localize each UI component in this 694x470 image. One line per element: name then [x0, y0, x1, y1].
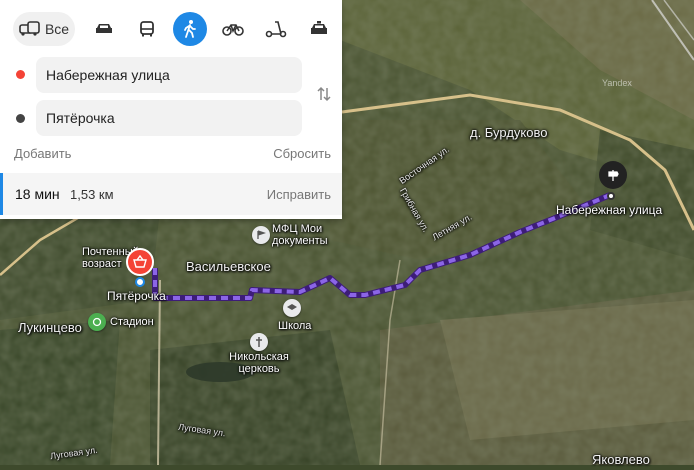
- route-time: 18 мин: [15, 186, 60, 202]
- mode-bus-button[interactable]: [130, 12, 164, 46]
- route-option[interactable]: 18 мин 1,53 км Исправить: [0, 173, 342, 215]
- school-label: Школа: [278, 320, 312, 332]
- to-dot: [16, 114, 25, 123]
- mode-all-button[interactable]: Все: [13, 12, 75, 46]
- car-bus-icon: [19, 21, 40, 36]
- stadium-icon[interactable]: [88, 313, 106, 331]
- village-label: Лукинцево: [18, 320, 82, 335]
- village-label: Васильевское: [186, 259, 271, 274]
- route-distance: 1,53 км: [70, 187, 114, 202]
- scooter-icon: [265, 21, 287, 38]
- village-label: д. Бурдуково: [470, 125, 548, 140]
- from-dot: [16, 70, 25, 79]
- mode-all-label: Все: [44, 21, 70, 37]
- stadium-label: Стадион: [110, 316, 154, 328]
- car-icon: [96, 24, 112, 33]
- swap-arrows-icon: [317, 86, 331, 102]
- reset-link[interactable]: Сбросить: [273, 146, 331, 161]
- to-field[interactable]: Пятёрочка: [36, 100, 302, 136]
- mode-scooter-button[interactable]: [259, 12, 293, 46]
- swap-button[interactable]: [313, 84, 335, 104]
- destination-point: [135, 277, 145, 287]
- yandex-watermark: Yandex: [602, 78, 632, 88]
- origin-point: [607, 192, 615, 200]
- flag-icon[interactable]: [252, 226, 270, 244]
- signpost-icon[interactable]: [599, 161, 627, 189]
- add-point-link[interactable]: Добавить: [14, 146, 71, 161]
- mfc-label: МФЦ Мои документы: [272, 223, 328, 247]
- from-field[interactable]: Набережная улица: [36, 57, 302, 93]
- mode-bike-button[interactable]: [216, 12, 250, 46]
- origin-label: Набережная улица: [556, 203, 663, 217]
- bus-icon: [140, 21, 154, 37]
- route-panel: Все Набережная улица Пятёрочка Добавить …: [0, 0, 342, 219]
- bike-icon: [222, 24, 244, 36]
- mode-car-button[interactable]: [87, 12, 121, 46]
- mode-walk-button[interactable]: [173, 12, 207, 46]
- taxi-icon: [311, 21, 327, 34]
- destination-label: Пятёрочка: [107, 289, 166, 303]
- mode-taxi-button[interactable]: [302, 12, 336, 46]
- walk-icon: [184, 20, 196, 38]
- school-icon[interactable]: [283, 299, 301, 317]
- church-icon[interactable]: [250, 333, 268, 351]
- transport-mode-bar: Все: [0, 12, 342, 48]
- basket-icon[interactable]: [126, 248, 154, 276]
- fix-route-link[interactable]: Исправить: [267, 187, 331, 202]
- church-label: Никольская церковь: [229, 351, 289, 375]
